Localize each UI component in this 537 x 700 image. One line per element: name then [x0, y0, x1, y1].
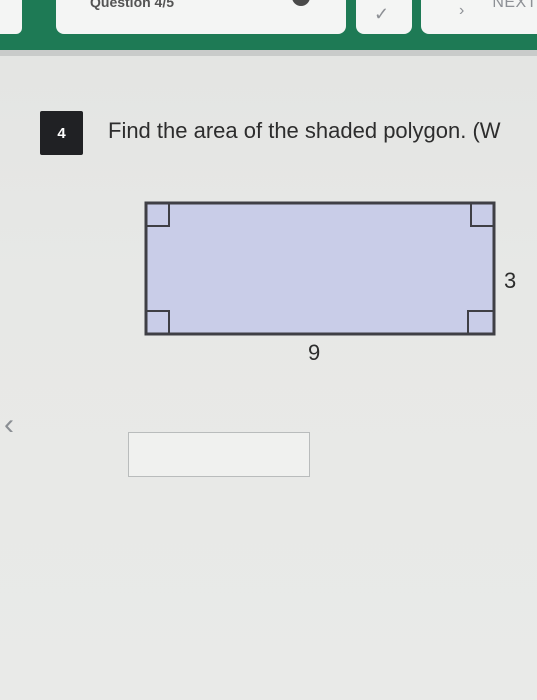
header-divider: [0, 50, 537, 56]
menu-button[interactable]: [0, 0, 22, 34]
check-icon: ✓: [374, 4, 390, 24]
answer-input[interactable]: [128, 432, 310, 477]
chevron-right-icon: ›: [459, 2, 465, 19]
next-button-label: NEXT: [492, 0, 537, 11]
question-number-badge: 4: [40, 111, 83, 155]
shaded-rectangle: [144, 201, 496, 336]
polygon-figure: 3 9: [144, 201, 516, 365]
question-number: 4: [57, 124, 66, 142]
chevron-left-icon[interactable]: ‹: [4, 408, 14, 442]
check-button[interactable]: ✓: [356, 0, 412, 34]
question-selector-label: Question 4/5: [90, 0, 175, 10]
question-selector[interactable]: Question 4/5: [56, 0, 346, 34]
question-prompt: Find the area of the shaded polygon. (W: [108, 118, 501, 143]
next-button[interactable]: › NEXT: [421, 0, 537, 34]
dropdown-icon: [292, 0, 310, 6]
width-label: 9: [308, 340, 320, 365]
height-label: 3: [504, 268, 516, 293]
